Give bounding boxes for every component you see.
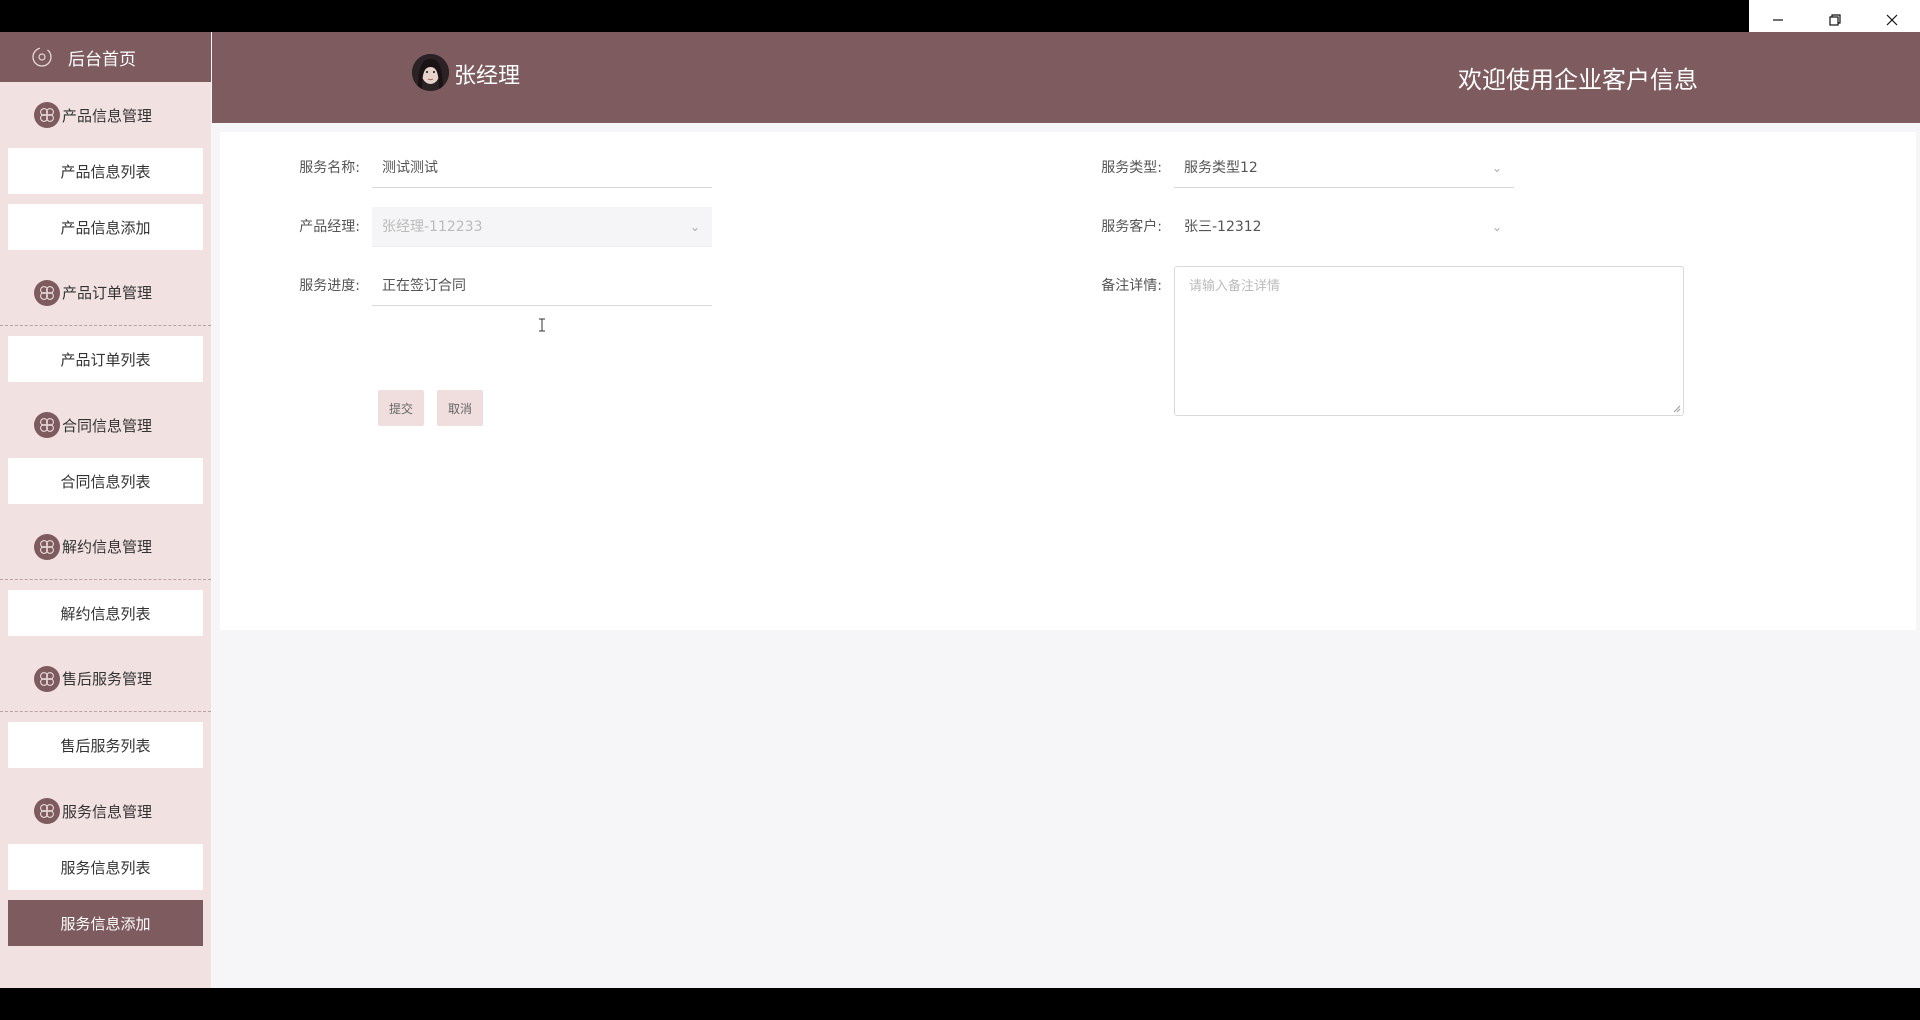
flower-icon	[34, 665, 60, 692]
field-service-progress: 服务进度: 正在签订合同	[286, 266, 712, 306]
sidebar-group-label: 解约信息管理	[62, 538, 153, 556]
remarks-label: 备注详情:	[1101, 278, 1162, 294]
service-type-select[interactable]: 服务类型12 ⌄	[1174, 148, 1514, 188]
sidebar-home-label: 后台首页	[68, 49, 136, 70]
restore-icon	[1828, 13, 1841, 26]
field-remarks: 备注详情: 请输入备注详情	[1088, 266, 1684, 416]
service-type-label: 服务类型:	[1101, 160, 1162, 176]
remarks-placeholder: 请输入备注详情	[1189, 279, 1281, 294]
field-service-customer: 服务客户: 张三-12312 ⌄	[1088, 207, 1514, 247]
top-header: 张经理 欢迎使用企业客户信息	[212, 32, 1920, 123]
flower-icon	[34, 412, 60, 438]
remarks-textarea[interactable]: 请输入备注详情	[1174, 266, 1684, 416]
chevron-down-icon: ⌄	[1491, 220, 1502, 234]
sidebar-group-label: 合同信息管理	[62, 416, 153, 435]
flower-icon	[34, 102, 60, 128]
sidebar-group-label: 服务信息管理	[62, 802, 153, 821]
sidebar-item-order-list[interactable]: 产品订单列表	[8, 336, 203, 382]
service-customer-value: 张三-12312	[1184, 219, 1262, 235]
chevron-down-icon: ⌄	[1491, 161, 1502, 175]
field-service-name: 服务名称: 测试测试	[286, 148, 712, 188]
field-service-type: 服务类型: 服务类型12 ⌄	[1088, 148, 1514, 188]
flower-icon	[34, 798, 60, 824]
sidebar-item-service-list[interactable]: 服务信息列表	[8, 844, 203, 890]
service-progress-input[interactable]: 正在签订合同	[372, 266, 712, 306]
sidebar-group-aftersales[interactable]: 售后服务管理	[0, 646, 211, 712]
service-name-input[interactable]: 测试测试	[372, 148, 712, 188]
user-avatar-icon	[412, 54, 449, 91]
minimize-icon	[1772, 18, 1783, 21]
flower-icon	[34, 279, 60, 306]
service-type-value: 服务类型12	[1184, 160, 1258, 176]
sidebar-group-termination[interactable]: 解约信息管理	[0, 514, 211, 580]
sidebar-group-service-info[interactable]: 服务信息管理	[0, 778, 211, 844]
sidebar-group-label: 售后服务管理	[62, 670, 153, 688]
welcome-title: 欢迎使用企业客户信息	[1458, 66, 1698, 94]
field-product-manager: 产品经理: 张经理-112233 ⌄	[286, 207, 712, 247]
sidebar-item-aftersales-list[interactable]: 售后服务列表	[8, 722, 203, 768]
sidebar-group-label: 产品订单管理	[62, 284, 153, 302]
sidebar-group-product-order[interactable]: 产品订单管理	[0, 260, 211, 326]
avatar[interactable]	[412, 54, 449, 91]
chevron-down-icon: ⌄	[689, 220, 700, 234]
app-window: 后台首页 产品信息管理 产品信息列表 产品信息添加 产品订单管理 产品订单列表 …	[0, 32, 1920, 988]
username: 张经理	[454, 64, 521, 89]
cancel-button[interactable]: 取消	[437, 390, 483, 426]
product-manager-label: 产品经理:	[299, 219, 360, 235]
product-manager-select[interactable]: 张经理-112233 ⌄	[372, 207, 712, 247]
sidebar-group-label: 产品信息管理	[62, 106, 153, 125]
product-manager-value: 张经理-112233	[382, 219, 483, 235]
sidebar-item-product-add[interactable]: 产品信息添加	[8, 204, 203, 250]
screen: 后台首页 产品信息管理 产品信息列表 产品信息添加 产品订单管理 产品订单列表 …	[0, 0, 1920, 1020]
text-cursor-icon	[539, 318, 545, 332]
close-icon	[1886, 14, 1897, 25]
refresh-icon	[32, 47, 52, 67]
submit-button[interactable]: 提交	[378, 390, 424, 426]
sidebar-group-contract[interactable]: 合同信息管理	[0, 392, 211, 458]
resize-handle-icon[interactable]	[1673, 405, 1681, 413]
sidebar: 后台首页 产品信息管理 产品信息列表 产品信息添加 产品订单管理 产品订单列表 …	[0, 32, 211, 988]
service-customer-select[interactable]: 张三-12312 ⌄	[1174, 207, 1514, 247]
service-name-label: 服务名称:	[299, 160, 360, 176]
service-customer-label: 服务客户:	[1101, 219, 1162, 235]
sidebar-item-contract-list[interactable]: 合同信息列表	[8, 458, 203, 504]
sidebar-item-termination-list[interactable]: 解约信息列表	[8, 590, 203, 636]
sidebar-item-product-list[interactable]: 产品信息列表	[8, 148, 203, 194]
sidebar-home[interactable]: 后台首页	[0, 32, 211, 82]
service-progress-label: 服务进度:	[299, 278, 360, 294]
service-form-card: 服务名称: 测试测试 产品经理: 张经理-112233 ⌄ 服务进度: 正在签订…	[220, 132, 1916, 630]
sidebar-item-service-add[interactable]: 服务信息添加	[8, 900, 203, 946]
sidebar-group-product-info[interactable]: 产品信息管理	[0, 82, 211, 148]
flower-icon	[34, 533, 60, 560]
